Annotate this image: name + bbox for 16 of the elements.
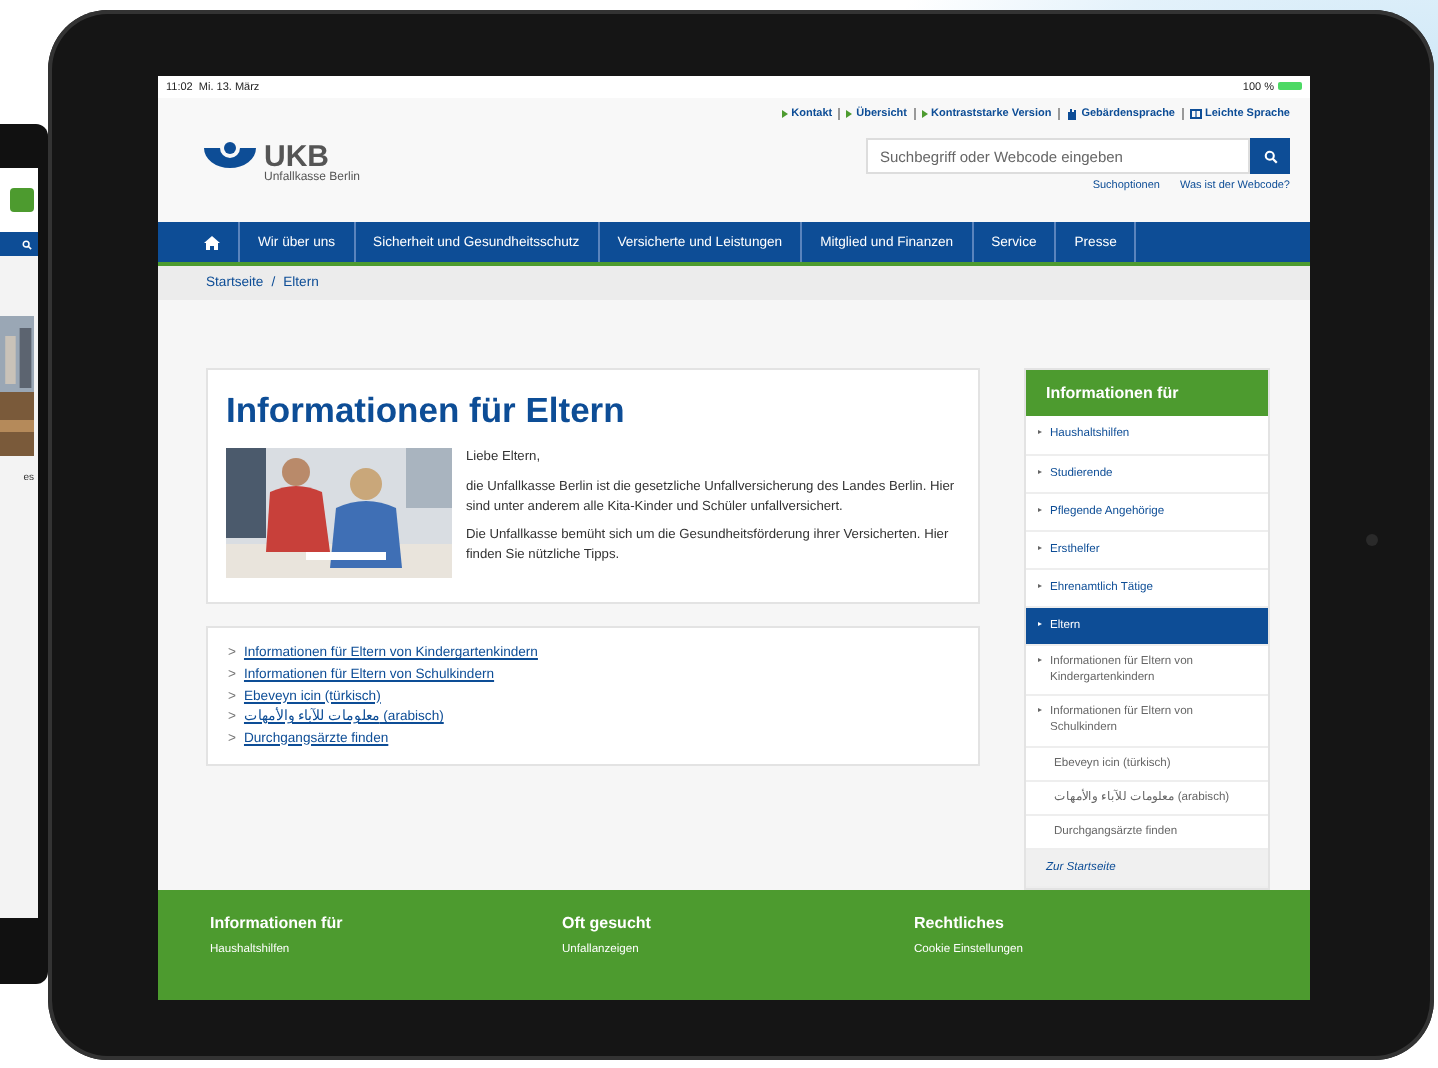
search-bar[interactable] — [0, 232, 38, 256]
search-icon — [1263, 149, 1277, 164]
book-icon — [1189, 108, 1201, 121]
search-button[interactable] — [1250, 138, 1290, 175]
logo-text: UKB — [264, 142, 330, 173]
page-title: Informationen für Eltern — [226, 390, 627, 433]
footer-heading: Oft gesucht — [562, 914, 653, 932]
footer-heading: Rechtliches — [914, 914, 1006, 932]
hand-icon — [1065, 108, 1078, 121]
home-icon — [204, 235, 220, 250]
footer-heading: Informationen für — [210, 914, 345, 932]
triangle-icon — [781, 110, 788, 119]
triangle-icon — [846, 110, 853, 119]
sidebar-title: Informationen für — [1026, 370, 1268, 417]
search-icon — [22, 239, 32, 249]
triangle-icon — [921, 110, 927, 119]
